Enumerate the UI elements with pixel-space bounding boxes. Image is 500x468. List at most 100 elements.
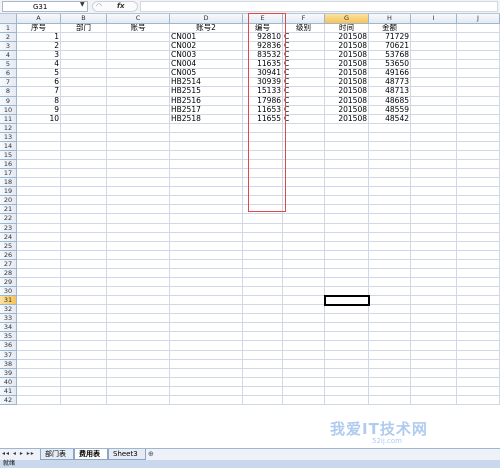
table-cell[interactable]: 10: [17, 114, 61, 124]
table-cell[interactable]: HB2514: [170, 78, 243, 88]
empty-cell[interactable]: [61, 350, 107, 360]
empty-cell[interactable]: [243, 287, 283, 297]
empty-cell[interactable]: [325, 277, 369, 288]
table-cell[interactable]: 201508: [325, 60, 369, 70]
empty-cell[interactable]: [457, 395, 500, 405]
empty-cell[interactable]: [243, 250, 283, 260]
empty-cell[interactable]: [243, 241, 283, 251]
empty-cell[interactable]: [170, 377, 243, 387]
empty-cell[interactable]: [369, 132, 411, 142]
empty-cell[interactable]: [457, 205, 500, 215]
empty-cell[interactable]: [170, 169, 243, 179]
row-header-25[interactable]: 25: [0, 241, 17, 251]
empty-cell[interactable]: [17, 160, 61, 170]
column-header-i[interactable]: I: [411, 14, 457, 24]
table-cell[interactable]: C: [283, 69, 325, 79]
empty-cell[interactable]: [411, 386, 457, 396]
table-cell[interactable]: 8: [17, 96, 61, 106]
empty-cell[interactable]: [325, 386, 369, 396]
empty-cell[interactable]: [61, 287, 107, 297]
empty-cell[interactable]: [369, 178, 411, 188]
empty-cell[interactable]: [369, 314, 411, 324]
sheet-tab-3[interactable]: Sheet3: [108, 449, 146, 460]
table-cell[interactable]: C: [283, 33, 325, 43]
empty-cell[interactable]: [411, 141, 457, 151]
empty-cell[interactable]: [243, 368, 283, 378]
table-cell[interactable]: 48685: [369, 96, 411, 106]
row-header-10[interactable]: 10: [0, 105, 17, 115]
empty-cell[interactable]: [369, 241, 411, 251]
empty-cell[interactable]: [411, 368, 457, 378]
empty-cell[interactable]: [170, 214, 243, 224]
empty-cell[interactable]: [61, 395, 107, 405]
empty-cell[interactable]: [170, 395, 243, 405]
row-header-24[interactable]: 24: [0, 232, 17, 242]
empty-cell[interactable]: [457, 42, 500, 52]
table-cell[interactable]: [107, 96, 170, 106]
empty-cell[interactable]: [325, 160, 369, 170]
row-header-7[interactable]: 7: [0, 78, 17, 88]
empty-cell[interactable]: [369, 341, 411, 351]
empty-cell[interactable]: [411, 114, 457, 124]
empty-cell[interactable]: [107, 332, 170, 342]
empty-cell[interactable]: [61, 169, 107, 179]
table-cell[interactable]: C: [283, 78, 325, 88]
sheet-nav-arrows[interactable]: ◂◂ ◂ ▸ ▸▸: [2, 450, 35, 457]
table-cell[interactable]: [107, 60, 170, 70]
empty-cell[interactable]: [170, 196, 243, 206]
empty-cell[interactable]: [243, 350, 283, 360]
empty-cell[interactable]: [369, 277, 411, 288]
empty-cell[interactable]: [325, 359, 369, 369]
table-header-cell[interactable]: 金额: [369, 24, 411, 34]
empty-cell[interactable]: [17, 305, 61, 315]
table-cell[interactable]: [107, 33, 170, 43]
row-header-2[interactable]: 2: [0, 33, 17, 43]
empty-cell[interactable]: [17, 268, 61, 278]
empty-cell[interactable]: [369, 259, 411, 269]
empty-cell[interactable]: [61, 314, 107, 324]
table-cell[interactable]: 201508: [325, 105, 369, 115]
table-cell[interactable]: CN004: [170, 60, 243, 70]
empty-cell[interactable]: [325, 205, 369, 215]
empty-cell[interactable]: [369, 287, 411, 297]
empty-cell[interactable]: [107, 169, 170, 179]
empty-cell[interactable]: [107, 205, 170, 215]
empty-cell[interactable]: [411, 277, 457, 288]
empty-cell[interactable]: [283, 141, 325, 151]
empty-cell[interactable]: [17, 341, 61, 351]
empty-cell[interactable]: [107, 287, 170, 297]
row-header-33[interactable]: 33: [0, 314, 17, 324]
empty-cell[interactable]: [243, 359, 283, 369]
empty-cell[interactable]: [369, 160, 411, 170]
row-header-19[interactable]: 19: [0, 187, 17, 197]
table-cell[interactable]: CN002: [170, 42, 243, 52]
empty-cell[interactable]: [61, 386, 107, 396]
row-header-15[interactable]: 15: [0, 150, 17, 161]
table-cell[interactable]: 3: [17, 51, 61, 61]
empty-cell[interactable]: [457, 232, 500, 242]
empty-cell[interactable]: [283, 323, 325, 333]
row-header-34[interactable]: 34: [0, 323, 17, 333]
empty-cell[interactable]: [107, 223, 170, 233]
table-cell[interactable]: [107, 114, 170, 124]
empty-cell[interactable]: [411, 132, 457, 142]
empty-cell[interactable]: [17, 359, 61, 369]
table-cell[interactable]: 201508: [325, 78, 369, 88]
table-cell[interactable]: 5: [17, 69, 61, 79]
empty-cell[interactable]: [170, 123, 243, 133]
empty-cell[interactable]: [243, 332, 283, 342]
column-header-a[interactable]: A: [17, 14, 61, 24]
empty-cell[interactable]: [170, 160, 243, 170]
column-header-d[interactable]: D: [170, 14, 243, 24]
empty-cell[interactable]: [325, 178, 369, 188]
empty-cell[interactable]: [369, 296, 411, 306]
column-header-c[interactable]: C: [107, 14, 170, 24]
row-header-23[interactable]: 23: [0, 223, 17, 233]
empty-cell[interactable]: [369, 386, 411, 396]
empty-cell[interactable]: [411, 96, 457, 106]
empty-cell[interactable]: [170, 332, 243, 342]
empty-cell[interactable]: [369, 223, 411, 233]
empty-cell[interactable]: [243, 223, 283, 233]
empty-cell[interactable]: [325, 332, 369, 342]
row-header-41[interactable]: 41: [0, 386, 17, 396]
